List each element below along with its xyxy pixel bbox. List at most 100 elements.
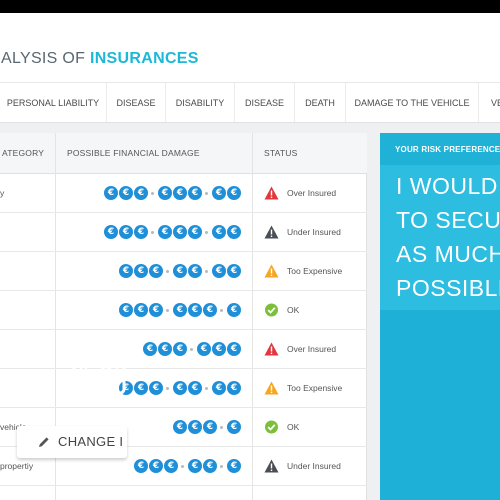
euro-coin-icon: € (158, 225, 172, 239)
tab-vehicle-partial[interactable]: VE (479, 83, 500, 122)
top-black-bar (0, 0, 500, 13)
page-title-prefix: ALYSIS OF (1, 50, 90, 67)
panel-lower-section (380, 310, 500, 500)
euro-coin-icon: € (173, 342, 187, 356)
coin-separator (181, 464, 184, 468)
euro-coin-icon: € (134, 264, 148, 278)
under-insured-warning-icon (264, 459, 279, 473)
damage-coins: € € € € € € (133, 459, 241, 473)
page-header: ALYSIS OF INSURANCES (0, 13, 500, 83)
change-button-label: CHANGE I (58, 434, 124, 449)
euro-coin-icon: € (203, 303, 217, 317)
euro-coin-icon: € (149, 264, 163, 278)
row-status: Too Expensive (287, 266, 343, 276)
euro-coin-icon: € (173, 420, 187, 434)
damage-coins: € € € € € € € € (103, 186, 241, 200)
table-row[interactable]: € € € € € € € € Under Insured (0, 213, 367, 252)
euro-coin-icon: € (173, 225, 187, 239)
content-area: ATEGORY POSSIBLE FINANCIAL DAMAGE STATUS… (0, 123, 500, 500)
euro-coin-icon: € (173, 381, 187, 395)
euro-coin-icon: € (227, 303, 241, 317)
euro-coin-icon: € (173, 186, 187, 200)
euro-coin-icon: € (203, 420, 217, 434)
damage-coins: € € € € € € (142, 342, 241, 356)
euro-coin-icon: € (227, 225, 241, 239)
panel-label: YOUR RISK PREFERENCES (395, 145, 500, 154)
euro-coin-icon: € (197, 342, 211, 356)
panel-line: AS MUCH (396, 241, 500, 267)
tab-personal-liability[interactable]: PERSONAL LIABILITY (0, 83, 107, 122)
safe-icon (72, 349, 126, 399)
panel-statement: I WOULD TO SECU AS MUCH POSSIBLE (396, 169, 500, 305)
euro-coin-icon: € (143, 342, 157, 356)
coin-separator (220, 308, 223, 312)
euro-coin-icon: € (227, 381, 241, 395)
table-row[interactable]: € € € € € € € Too Expensive (0, 252, 367, 291)
coin-separator (190, 347, 193, 351)
tab-disease[interactable]: DISEASE (107, 83, 166, 122)
euro-coin-icon: € (134, 459, 148, 473)
risk-preferences-panel: YOUR RISK PREFERENCES I WOULD TO SECU AS… (380, 133, 500, 500)
coin-separator (220, 425, 223, 429)
euro-coin-icon: € (119, 186, 133, 200)
row-category: y (0, 188, 5, 198)
euro-coin-icon: € (134, 225, 148, 239)
euro-coin-icon: € (188, 264, 202, 278)
row-status: Too Expensive (287, 383, 343, 393)
table-row[interactable]: € € € € € € € OK (0, 291, 367, 330)
caution-warning-icon (264, 381, 279, 395)
euro-coin-icon: € (188, 303, 202, 317)
coin-separator (151, 230, 154, 234)
page-title: ALYSIS OF INSURANCES (1, 50, 199, 68)
euro-coin-icon: € (104, 186, 118, 200)
euro-coin-icon: € (227, 420, 241, 434)
damage-coins: € € € € € € € € (103, 225, 241, 239)
col-category-header: ATEGORY (2, 148, 45, 158)
tab-death[interactable]: DEATH (295, 83, 346, 122)
under-insured-warning-icon (264, 225, 279, 239)
euro-coin-icon: € (188, 420, 202, 434)
row-status: OK (287, 305, 300, 315)
caution-warning-icon (264, 264, 279, 278)
coin-separator (166, 386, 169, 390)
pencil-icon (39, 437, 49, 447)
coin-separator (166, 269, 169, 273)
check-circle-icon (265, 420, 278, 434)
danger-warning-icon (264, 342, 279, 356)
col-damage-header: POSSIBLE FINANCIAL DAMAGE (67, 148, 200, 158)
euro-coin-icon: € (188, 225, 202, 239)
euro-coin-icon: € (203, 459, 217, 473)
euro-coin-icon: € (104, 225, 118, 239)
row-status: Over Insured (287, 344, 337, 354)
tab-disability[interactable]: DISABILITY (166, 83, 235, 122)
euro-coin-icon: € (134, 381, 148, 395)
euro-coin-icon: € (227, 264, 241, 278)
euro-coin-icon: € (227, 342, 241, 356)
damage-coins: € € € € € € € (118, 381, 241, 395)
damage-coins: € € € € € € € (118, 303, 241, 317)
table-row[interactable]: € € € € € € Over Insured (0, 330, 367, 369)
euro-coin-icon: € (212, 225, 226, 239)
table-row[interactable]: € € € € € € € Too Expensive (0, 369, 367, 408)
coin-separator (205, 386, 208, 390)
change-preferences-button[interactable]: CHANGE I (17, 426, 127, 458)
euro-coin-icon: € (158, 342, 172, 356)
euro-coin-icon: € (164, 459, 178, 473)
coin-separator (166, 308, 169, 312)
euro-coin-icon: € (212, 381, 226, 395)
euro-coin-icon: € (188, 459, 202, 473)
row-status: OK (287, 422, 300, 432)
damage-coins: € € € € (172, 420, 241, 434)
euro-coin-icon: € (188, 186, 202, 200)
euro-coin-icon: € (212, 264, 226, 278)
euro-coin-icon: € (149, 303, 163, 317)
euro-coin-icon: € (173, 264, 187, 278)
panel-line: I WOULD (396, 173, 498, 199)
table-row[interactable]: y € € € € € € € € Over Insured (0, 174, 367, 213)
euro-coin-icon: € (119, 303, 133, 317)
tab-damage-to-vehicle[interactable]: DAMAGE TO THE VEHICLE (346, 83, 479, 122)
tab-disease-2[interactable]: DISEASE (235, 83, 295, 122)
coin-separator (205, 191, 208, 195)
damage-coins: € € € € € € € (118, 264, 241, 278)
coin-separator (151, 191, 154, 195)
